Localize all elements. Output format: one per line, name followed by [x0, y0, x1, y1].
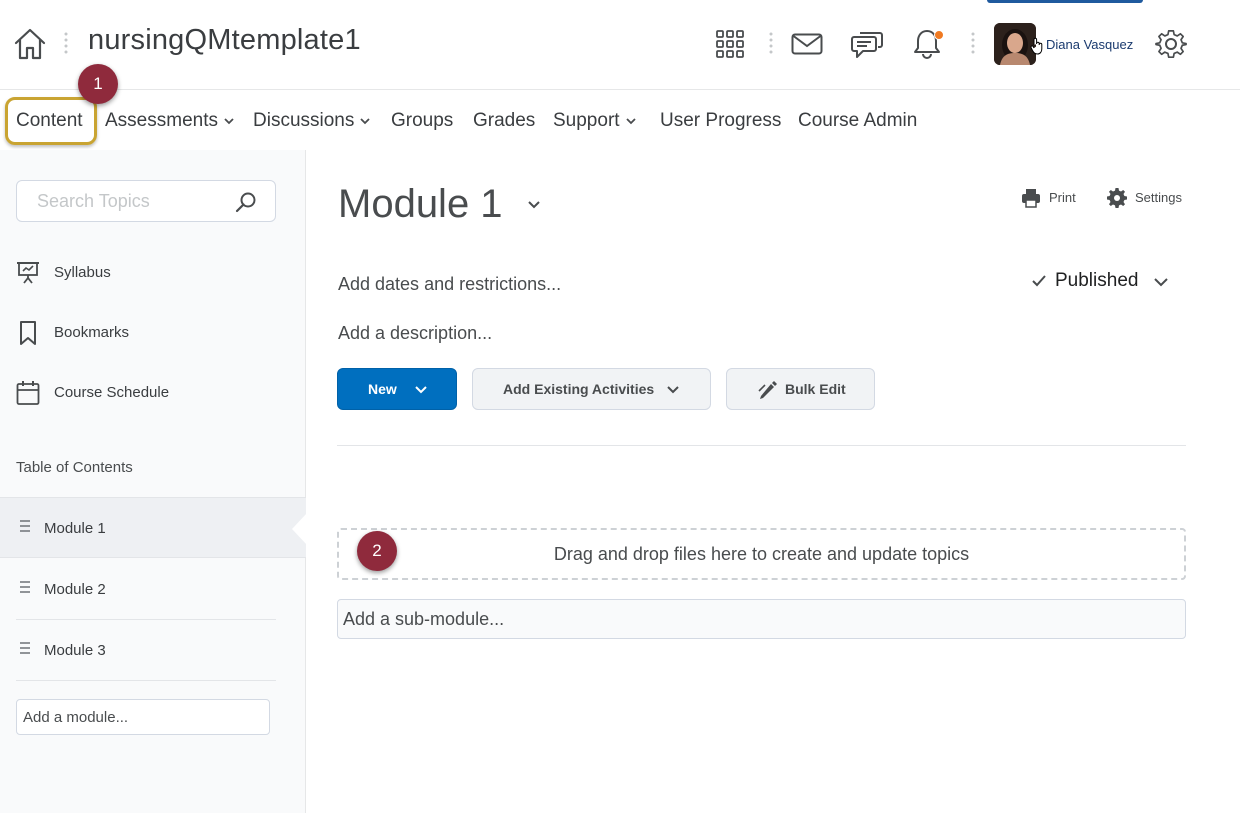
nav-label: User Progress: [660, 110, 782, 131]
course-title[interactable]: nursingQMtemplate1: [88, 24, 361, 57]
nav-course-admin[interactable]: Course Admin: [798, 110, 917, 132]
checkmark-icon: [1032, 275, 1046, 287]
chevron-down-icon: [224, 118, 234, 125]
toc-module-3[interactable]: Module 3: [0, 620, 306, 681]
nav-support[interactable]: Support: [553, 110, 636, 132]
print-button[interactable]: Print: [1021, 187, 1091, 209]
settings-button[interactable]: Settings: [1107, 187, 1197, 209]
bulk-edit-button[interactable]: Bulk Edit: [726, 368, 875, 410]
sidebar-item-label: Bookmarks: [54, 324, 130, 341]
sidebar-item-course-schedule[interactable]: Course Schedule: [16, 378, 286, 408]
top-accent-bar: [987, 0, 1143, 3]
chevron-down-icon: [625, 118, 636, 125]
chevron-down-icon: [1154, 278, 1168, 287]
divider: [337, 445, 1186, 446]
nav-label: Discussions: [253, 110, 355, 131]
status-label: Published: [1055, 270, 1139, 291]
drag-handle-icon[interactable]: [20, 581, 30, 593]
mail-icon[interactable]: [791, 33, 823, 55]
bookmark-icon: [20, 321, 36, 345]
module-label: Module 1: [44, 520, 106, 537]
chevron-down-icon[interactable]: [527, 199, 541, 211]
content-highlight-callout: [5, 97, 97, 145]
module-label: Module 2: [44, 581, 106, 598]
nav-grades[interactable]: Grades: [473, 110, 535, 132]
divider-dots: [971, 32, 975, 54]
sidebar-item-bookmarks[interactable]: Bookmarks: [16, 318, 286, 348]
hand-cursor-icon: [1030, 37, 1043, 55]
add-module-input[interactable]: Add a module...: [16, 699, 270, 735]
presentation-icon: [17, 262, 39, 284]
top-bar: nursingQMtemplate1 Diana Vasquez: [0, 0, 1240, 90]
search-icon[interactable]: [235, 191, 257, 213]
status-dropdown[interactable]: Published: [1030, 270, 1175, 294]
nav-label: Grades: [473, 110, 536, 131]
nav-discussions[interactable]: Discussions: [253, 110, 371, 132]
divider-dots: [769, 32, 773, 54]
nav-label: Course Admin: [798, 110, 918, 131]
course-navbar: Content Assessments Discussions Groups G…: [0, 90, 1240, 150]
nav-user-progress[interactable]: User Progress: [660, 110, 781, 132]
add-submodule-input[interactable]: Add a sub-module...: [337, 599, 1186, 639]
add-dates-link[interactable]: Add dates and restrictions...: [338, 274, 561, 295]
pencil-icon: [758, 381, 777, 399]
chevron-down-icon: [360, 118, 371, 125]
new-button[interactable]: New: [337, 368, 457, 410]
notification-dot: [934, 30, 944, 40]
home-icon[interactable]: [13, 26, 47, 62]
nav-label: Support: [553, 110, 620, 131]
dropzone-label: Drag and drop files here to create and u…: [553, 544, 970, 564]
add-description-link[interactable]: Add a description...: [338, 323, 492, 344]
step-badge-1: 1: [78, 64, 118, 104]
toc-heading: Table of Contents: [16, 459, 133, 476]
calendar-icon: [16, 381, 40, 405]
divider-dots: [64, 32, 68, 54]
printer-icon: [1022, 189, 1040, 208]
module-title[interactable]: Module 1: [338, 182, 503, 227]
nav-groups[interactable]: Groups: [391, 110, 453, 132]
step-badge-2: 2: [357, 531, 397, 571]
print-label: Print: [1049, 190, 1076, 205]
nav-label: Assessments: [105, 110, 218, 131]
toc-module-1[interactable]: Module 1: [0, 497, 306, 558]
gear-icon: [1107, 188, 1127, 208]
file-dropzone[interactable]: Drag and drop files here to create and u…: [337, 528, 1186, 580]
chat-icon[interactable]: [850, 28, 884, 60]
button-label: Add Existing Activities: [503, 381, 655, 397]
module-label: Module 3: [44, 642, 106, 659]
search-topics-input[interactable]: Search Topics: [16, 180, 276, 222]
gear-icon[interactable]: [1155, 28, 1187, 60]
user-name[interactable]: Diana Vasquez: [1046, 37, 1133, 52]
sidebar-item-label: Syllabus: [54, 264, 111, 281]
add-existing-activities-button[interactable]: Add Existing Activities: [472, 368, 711, 410]
chevron-down-icon: [667, 386, 679, 394]
drag-handle-icon[interactable]: [20, 520, 30, 532]
nav-assessments[interactable]: Assessments: [105, 110, 234, 132]
settings-label: Settings: [1135, 190, 1182, 205]
nav-label: Groups: [391, 110, 454, 131]
active-indicator-arrow: [292, 513, 307, 545]
search-placeholder: Search Topics: [37, 191, 150, 211]
button-label: New: [368, 381, 397, 397]
chevron-down-icon: [415, 386, 427, 394]
sidebar-item-label: Course Schedule: [54, 384, 170, 401]
drag-handle-icon[interactable]: [20, 642, 30, 654]
toc-module-2[interactable]: Module 2: [0, 559, 306, 620]
sidebar-item-syllabus[interactable]: Syllabus: [16, 258, 286, 288]
apps-grid-icon[interactable]: [715, 29, 745, 59]
divider: [16, 680, 276, 681]
button-label: Bulk Edit: [785, 381, 846, 397]
